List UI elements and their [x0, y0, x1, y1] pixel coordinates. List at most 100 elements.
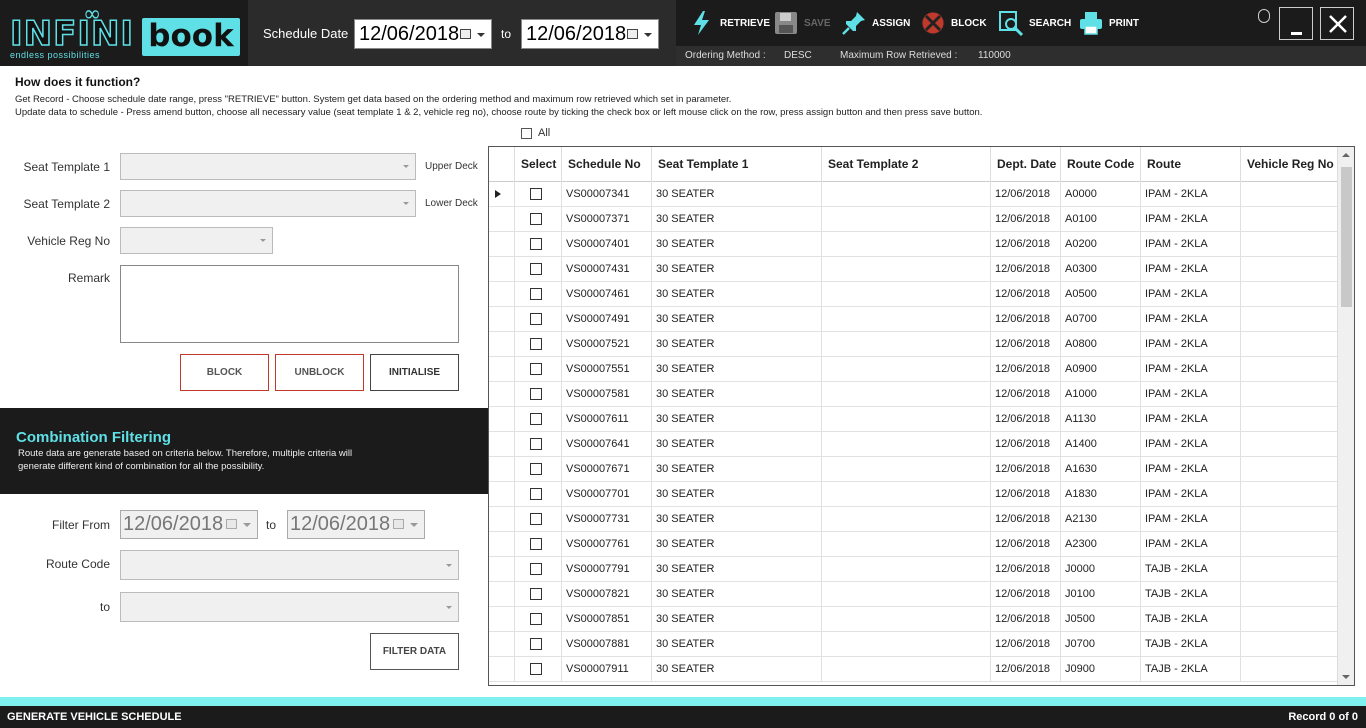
- search-button[interactable]: SEARCH: [997, 8, 1071, 38]
- column-header[interactable]: Vehicle Reg No: [1240, 147, 1337, 182]
- table-row[interactable]: VS00007731 30 SEATER 12/06/2018 A2130 IPAM -…: [489, 507, 1337, 532]
- logo-infinity-icon: ∞: [83, 2, 102, 27]
- scroll-thumb[interactable]: [1341, 167, 1352, 307]
- row-checkbox[interactable]: [530, 488, 542, 500]
- vertical-scrollbar[interactable]: [1337, 147, 1354, 685]
- table-row[interactable]: VS00007791 30 SEATER 12/06/2018 J0000 TAJB -…: [489, 557, 1337, 582]
- table-row[interactable]: VS00007521 30 SEATER 12/06/2018 A0800 IPAM -…: [489, 332, 1337, 357]
- column-header[interactable]: Seat Template 2: [821, 147, 990, 182]
- select-all-checkbox[interactable]: [521, 128, 532, 139]
- seat-template-2-select[interactable]: [120, 190, 416, 217]
- row-checkbox[interactable]: [530, 213, 542, 225]
- row-checkbox[interactable]: [530, 638, 542, 650]
- row-checkbox[interactable]: [530, 188, 542, 200]
- table-row[interactable]: VS00007581 30 SEATER 12/06/2018 A1000 IPAM -…: [489, 382, 1337, 407]
- route-code-cell: A0900: [1060, 357, 1140, 382]
- save-button[interactable]: SAVE: [772, 8, 831, 38]
- column-header[interactable]: Dept. Date: [990, 147, 1060, 182]
- row-checkbox[interactable]: [530, 613, 542, 625]
- row-checkbox[interactable]: [530, 363, 542, 375]
- calendar-icon[interactable]: [627, 29, 638, 39]
- filter-to-value: 12/06/2018: [290, 513, 391, 535]
- table-row[interactable]: VS00007611 30 SEATER 12/06/2018 A1130 IPAM -…: [489, 407, 1337, 432]
- column-header[interactable]: Route Code: [1060, 147, 1140, 182]
- vehicle-reg-cell: [1240, 432, 1337, 457]
- row-checkbox[interactable]: [530, 463, 542, 475]
- row-checkbox[interactable]: [530, 538, 542, 550]
- table-row[interactable]: VS00007551 30 SEATER 12/06/2018 A0900 IPAM -…: [489, 357, 1337, 382]
- block-action-button[interactable]: BLOCK: [180, 354, 269, 391]
- calendar-icon[interactable]: [393, 519, 404, 529]
- row-checkbox[interactable]: [530, 588, 542, 600]
- close-button[interactable]: [1320, 7, 1354, 40]
- row-checkbox[interactable]: [530, 563, 542, 575]
- filter-to-date[interactable]: 12/06/2018: [287, 510, 425, 539]
- table-row[interactable]: VS00007911 30 SEATER 12/06/2018 J0900 TAJB -…: [489, 657, 1337, 682]
- table-row[interactable]: VS00007341 30 SEATER 12/06/2018 A0000 IPAM -…: [489, 182, 1337, 207]
- table-row[interactable]: VS00007881 30 SEATER 12/06/2018 J0700 TAJB -…: [489, 632, 1337, 657]
- row-checkbox[interactable]: [530, 513, 542, 525]
- remark-textarea[interactable]: [120, 265, 459, 343]
- unblock-action-button[interactable]: UNBLOCK: [275, 354, 364, 391]
- row-checkbox[interactable]: [530, 288, 542, 300]
- row-checkbox[interactable]: [530, 438, 542, 450]
- column-header[interactable]: Route: [1140, 147, 1240, 182]
- print-button[interactable]: PRINT: [1077, 8, 1139, 38]
- row-checkbox[interactable]: [530, 388, 542, 400]
- table-row[interactable]: VS00007371 30 SEATER 12/06/2018 A0100 IPAM -…: [489, 207, 1337, 232]
- row-checkbox[interactable]: [530, 313, 542, 325]
- table-row[interactable]: VS00007701 30 SEATER 12/06/2018 A1830 IPAM -…: [489, 482, 1337, 507]
- chevron-down-icon: [446, 564, 452, 567]
- table-row[interactable]: VS00007461 30 SEATER 12/06/2018 A0500 IPAM -…: [489, 282, 1337, 307]
- grid-header: Select Schedule No Seat Template 1 Seat Tem…: [489, 147, 1337, 182]
- chevron-down-icon[interactable]: [644, 33, 652, 37]
- vehicle-reg-cell: [1240, 532, 1337, 557]
- scroll-up-icon[interactable]: [1342, 153, 1350, 157]
- column-header[interactable]: Schedule No: [561, 147, 651, 182]
- assign-button[interactable]: ASSIGN: [840, 8, 910, 38]
- table-row[interactable]: VS00007491 30 SEATER 12/06/2018 A0700 IPAM -…: [489, 307, 1337, 332]
- seat-template-1-label: Seat Template 1: [23, 160, 110, 174]
- calendar-icon[interactable]: [460, 29, 471, 39]
- table-row[interactable]: VS00007431 30 SEATER 12/06/2018 A0300 IPAM -…: [489, 257, 1337, 282]
- column-header[interactable]: Seat Template 1: [651, 147, 821, 182]
- header-bar: INFINI ∞ book endless possibilities Sche…: [0, 0, 1366, 66]
- vehicle-reg-cell: [1240, 657, 1337, 682]
- row-checkbox[interactable]: [530, 338, 542, 350]
- initialise-button[interactable]: INITIALISE: [370, 354, 459, 391]
- dept-date-cell: 12/06/2018: [990, 282, 1060, 307]
- table-row[interactable]: VS00007821 30 SEATER 12/06/2018 J0100 TAJB -…: [489, 582, 1337, 607]
- route-code-cell: J0700: [1060, 632, 1140, 657]
- calendar-icon[interactable]: [226, 519, 237, 529]
- row-checkbox[interactable]: [530, 413, 542, 425]
- seat-template-1-select[interactable]: [120, 153, 416, 180]
- table-row[interactable]: VS00007761 30 SEATER 12/06/2018 A2300 IPAM -…: [489, 532, 1337, 557]
- assign-label: ASSIGN: [872, 17, 911, 29]
- block-button[interactable]: BLOCK: [919, 8, 987, 38]
- table-row[interactable]: VS00007641 30 SEATER 12/06/2018 A1400 IPAM -…: [489, 432, 1337, 457]
- table-row[interactable]: VS00007851 30 SEATER 12/06/2018 J0500 TAJB -…: [489, 607, 1337, 632]
- chevron-down-icon[interactable]: [243, 523, 251, 527]
- table-row[interactable]: VS00007671 30 SEATER 12/06/2018 A1630 IPAM -…: [489, 457, 1337, 482]
- filter-data-button[interactable]: FILTER DATA: [370, 633, 459, 670]
- filter-from-date[interactable]: 12/06/2018: [120, 510, 258, 539]
- column-header[interactable]: Select: [514, 147, 561, 182]
- vehicle-reg-select[interactable]: [120, 227, 273, 254]
- table-row[interactable]: VS00007401 30 SEATER 12/06/2018 A0200 IPAM -…: [489, 232, 1337, 257]
- chevron-down-icon[interactable]: [410, 523, 418, 527]
- seat-template-1-cell: 30 SEATER: [651, 557, 821, 582]
- schedule-no-cell: VS00007611: [561, 407, 651, 432]
- chevron-down-icon[interactable]: [477, 33, 485, 37]
- retrieve-button[interactable]: RETRIEVE: [688, 8, 770, 38]
- minimize-button[interactable]: [1279, 7, 1313, 40]
- scroll-down-icon[interactable]: [1342, 675, 1350, 679]
- route-code-from-select[interactable]: [120, 550, 459, 580]
- row-checkbox[interactable]: [530, 263, 542, 275]
- minimize-icon: [1291, 32, 1302, 35]
- row-checkbox[interactable]: [530, 238, 542, 250]
- schedule-no-cell: VS00007731: [561, 507, 651, 532]
- schedule-date-from[interactable]: 12/06/2018: [354, 19, 492, 49]
- row-checkbox[interactable]: [530, 663, 542, 675]
- schedule-date-to[interactable]: 12/06/2018: [521, 19, 659, 49]
- route-code-to-select[interactable]: [120, 592, 459, 622]
